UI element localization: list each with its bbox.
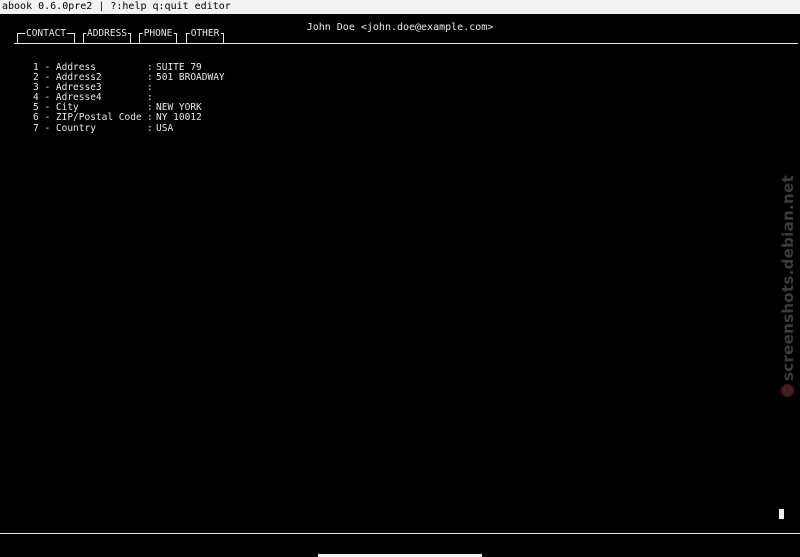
field-value[interactable]: 501 BROADWAY [156, 72, 225, 83]
tab-phone[interactable]: PHONE [139, 28, 177, 43]
tab-contact-label[interactable]: CONTACT [24, 28, 68, 40]
tab-phone-label[interactable]: PHONE [142, 28, 174, 40]
tab-other[interactable]: OTHER [186, 28, 224, 43]
status-bar: abook 0.6.0pre2 | ?:help q:quit editor [0, 0, 800, 14]
field-value[interactable]: USA [156, 123, 173, 134]
watermark-text: screenshots.debian.net [779, 175, 797, 381]
tab-address-label[interactable]: ADDRESS [85, 28, 129, 40]
tab-strip-line [14, 43, 798, 44]
field-separator: : [147, 122, 153, 134]
field-label: 7 - Country [33, 122, 96, 134]
tab-address[interactable]: ADDRESS [83, 28, 131, 43]
debian-swirl-icon [781, 384, 794, 397]
terminal-cursor [779, 509, 784, 519]
tab-contact[interactable]: CONTACT [17, 28, 75, 43]
field-row-country[interactable]: 7 - Country : USA [33, 122, 225, 134]
address-field-list: 1 - Address : SUITE 79 2 - Address2 : 50… [33, 62, 225, 134]
bottom-divider [0, 533, 800, 534]
tab-other-label[interactable]: OTHER [189, 28, 221, 40]
